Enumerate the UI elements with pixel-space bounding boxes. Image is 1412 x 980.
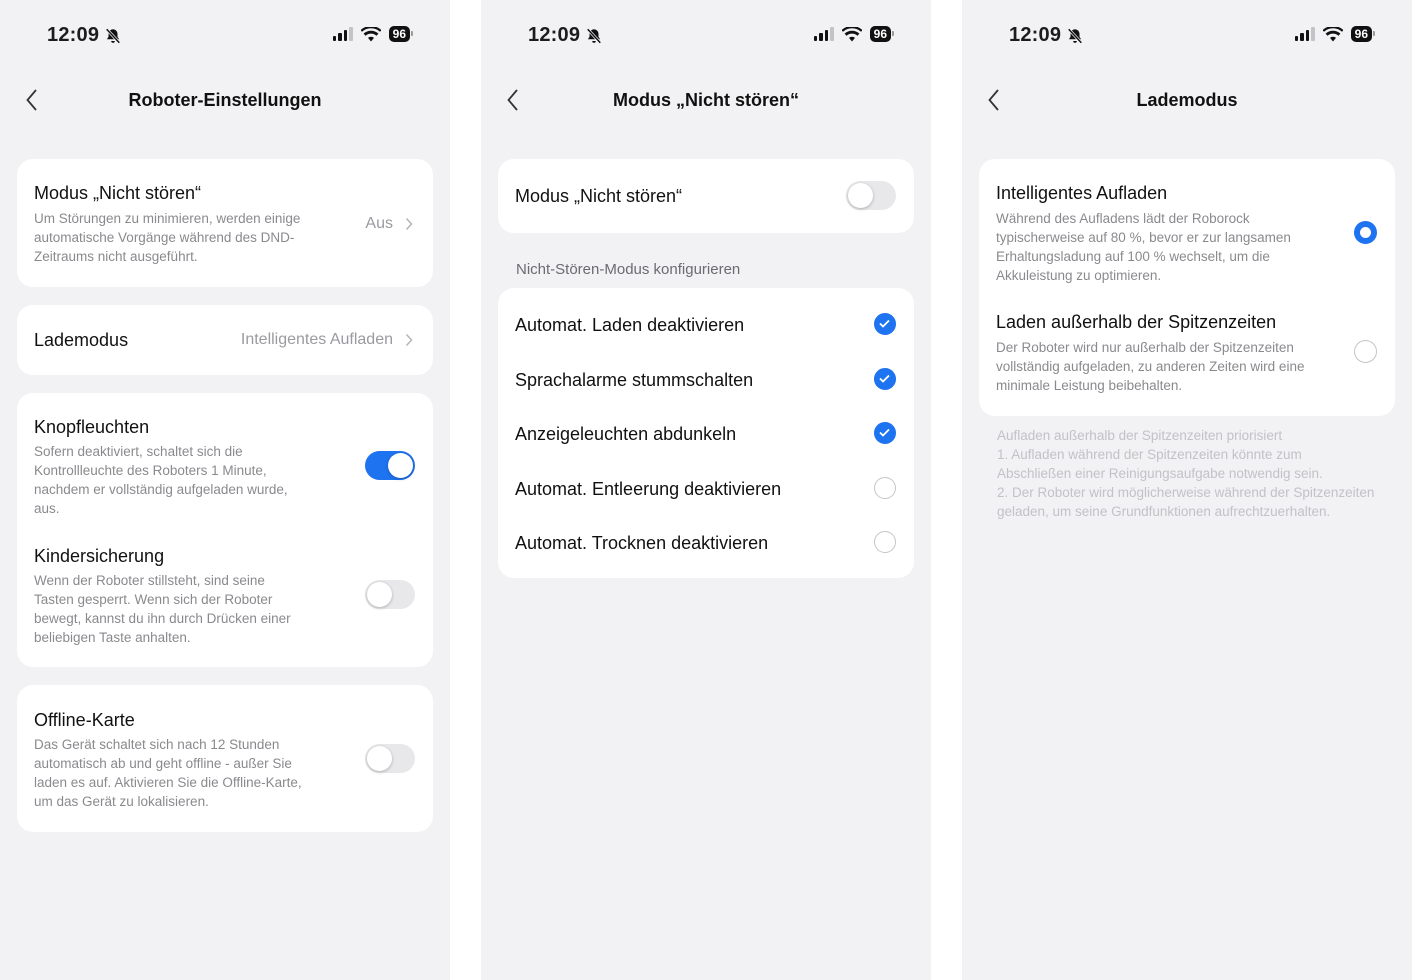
back-button[interactable] (499, 86, 527, 114)
section-label: Nicht-Stören-Modus konfigurieren (516, 261, 741, 278)
status-time-text: 12:09 (528, 24, 581, 46)
button-lights-description: Sofern deaktiviert, schaltet sich die Ko… (34, 444, 288, 516)
option-description: Während des Aufladens lädt der Roborock … (996, 211, 1291, 283)
wifi-icon (841, 26, 862, 41)
option-title: Intelligentes Aufladen (996, 183, 1168, 203)
offline-map-title: Offline-Karte (34, 710, 135, 730)
checkmark-icon (879, 319, 890, 328)
battery-indicator: 96 (1350, 26, 1376, 42)
option-row[interactable]: Automat. Trocknen deaktivieren (498, 508, 914, 563)
charging-mode-title: Lademodus (34, 330, 129, 350)
screen-robot-settings: 12:09 96 Roboter-Einstellungen Modus „Ni… (0, 0, 450, 980)
toggle-knob (848, 183, 873, 208)
wifi-icon (360, 26, 381, 41)
dnd-mode-value: Aus (365, 215, 393, 232)
checkmark-icon (879, 374, 890, 383)
chevron-left-icon (26, 89, 37, 111)
bell-slash-icon (105, 27, 121, 44)
back-button[interactable] (980, 86, 1008, 114)
child-lock-description: Wenn der Roboter stillsteht, sind seine … (34, 573, 291, 645)
toggle-knob (367, 582, 392, 607)
checkmark-icon (879, 428, 890, 437)
status-time-text: 12:09 (47, 24, 100, 46)
option-checkbox[interactable] (874, 422, 896, 444)
status-time-text: 12:09 (1009, 24, 1062, 46)
status-icons: 96 (332, 26, 414, 42)
option-label: Anzeigeleuchten abdunkeln (515, 424, 737, 444)
note-line: Aufladen außerhalb der Spitzenzeiten pri… (997, 428, 1283, 443)
option-radio[interactable] (1354, 221, 1377, 244)
status-time: 12:09 (47, 24, 122, 47)
dnd-toggle-label: Modus „Nicht stören“ (515, 186, 683, 206)
battery-indicator: 96 (869, 26, 895, 42)
signal-icon (1294, 27, 1315, 41)
option-checkbox[interactable] (874, 313, 896, 335)
option-title: Laden außerhalb der Spitzenzeiten (996, 312, 1277, 332)
status-bar: 12:09 96 (481, 0, 931, 72)
toggle-knob (367, 746, 392, 771)
chevron-left-icon (988, 89, 999, 111)
button-lights-toggle[interactable] (365, 451, 415, 480)
nav-bar: Roboter-Einstellungen (0, 80, 450, 120)
option-description: Der Roboter wird nur außerhalb der Spitz… (996, 340, 1305, 393)
chevron-right-icon (405, 217, 413, 231)
nav-bar: Modus „Nicht stören“ (481, 80, 931, 120)
dnd-mode-row[interactable]: Modus „Nicht stören“ Um Störungen zu min… (17, 159, 433, 287)
offline-map-description: Das Gerät schaltet sich nach 12 Stunden … (34, 737, 302, 809)
screen-charging-mode: 12:09 96 Lademodus Intelligentes Auflade… (962, 0, 1412, 980)
dnd-mode-description: Um Störungen zu minimieren, werden einig… (34, 211, 301, 264)
offline-map-card: Offline-Karte Das Gerät schaltet sich na… (17, 685, 433, 832)
button-lights-title: Knopfleuchten (34, 417, 150, 437)
bell-slash-icon (1067, 27, 1083, 44)
charging-mode-value: Intelligentes Aufladen (240, 331, 393, 348)
option-row[interactable]: Anzeigeleuchten abdunkeln (498, 398, 914, 453)
battery-indicator: 96 (388, 26, 414, 42)
back-button[interactable] (18, 86, 46, 114)
option-checkbox[interactable] (874, 368, 896, 390)
note-line: 2. Der Roboter wird möglicherweise währe… (997, 485, 1375, 519)
page-title: Modus „Nicht stören“ (612, 90, 799, 110)
toggle-knob (388, 453, 413, 478)
dnd-mode-title: Modus „Nicht stören“ (34, 183, 202, 203)
wifi-icon (1322, 26, 1343, 41)
chevron-right-icon (405, 333, 413, 347)
status-icons: 96 (1294, 26, 1376, 42)
chevron-left-icon (507, 89, 518, 111)
child-lock-title: Kindersicherung (34, 546, 165, 566)
option-label: Sprachalarme stummschalten (515, 370, 754, 390)
bell-slash-icon (586, 27, 602, 44)
charging-option-smart[interactable]: Intelligentes Aufladen Während des Aufla… (979, 159, 1395, 287)
charging-option-offpeak[interactable]: Laden außerhalb der Spitzenzeiten Der Ro… (979, 287, 1395, 416)
option-checkbox[interactable] (874, 477, 896, 499)
option-label: Automat. Entleerung deaktivieren (515, 479, 782, 499)
offpeak-note: Aufladen außerhalb der Spitzenzeiten pri… (997, 426, 1377, 521)
signal-icon (332, 27, 353, 41)
note-line: 1. Aufladen während der Spitzenzeiten kö… (997, 447, 1323, 481)
option-row[interactable]: Automat. Entleerung deaktivieren (498, 453, 914, 508)
option-label: Automat. Trocknen deaktivieren (515, 533, 769, 553)
option-label: Automat. Laden deaktivieren (515, 315, 745, 335)
child-lock-toggle[interactable] (365, 580, 415, 609)
toggles-card: Knopfleuchten Sofern deaktiviert, schalt… (17, 393, 433, 667)
option-radio[interactable] (1354, 340, 1377, 363)
page-title: Roboter-Einstellungen (128, 90, 322, 110)
dnd-options-card: Automat. Laden deaktivieren Sprachalarme… (498, 288, 914, 578)
nav-bar: Lademodus (962, 80, 1412, 120)
signal-icon (813, 27, 834, 41)
option-row[interactable]: Sprachalarme stummschalten (498, 343, 914, 398)
dnd-toggle-row: Modus „Nicht stören“ (498, 159, 914, 233)
screen-dnd-mode: 12:09 96 Modus „Nicht stören“ Modus „Nic… (481, 0, 931, 980)
option-row[interactable]: Automat. Laden deaktivieren (498, 288, 914, 343)
charging-options-card: Intelligentes Aufladen Während des Aufla… (979, 159, 1395, 416)
charging-mode-row[interactable]: Lademodus Intelligentes Aufladen (17, 305, 433, 375)
page-title: Lademodus (1136, 90, 1238, 110)
dnd-toggle[interactable] (846, 181, 896, 210)
status-time: 12:09 (1009, 24, 1084, 47)
status-bar: 12:09 96 (0, 0, 450, 72)
status-icons: 96 (813, 26, 895, 42)
offline-map-toggle[interactable] (365, 744, 415, 773)
status-time: 12:09 (528, 24, 603, 47)
status-bar: 12:09 96 (962, 0, 1412, 72)
option-checkbox[interactable] (874, 531, 896, 553)
